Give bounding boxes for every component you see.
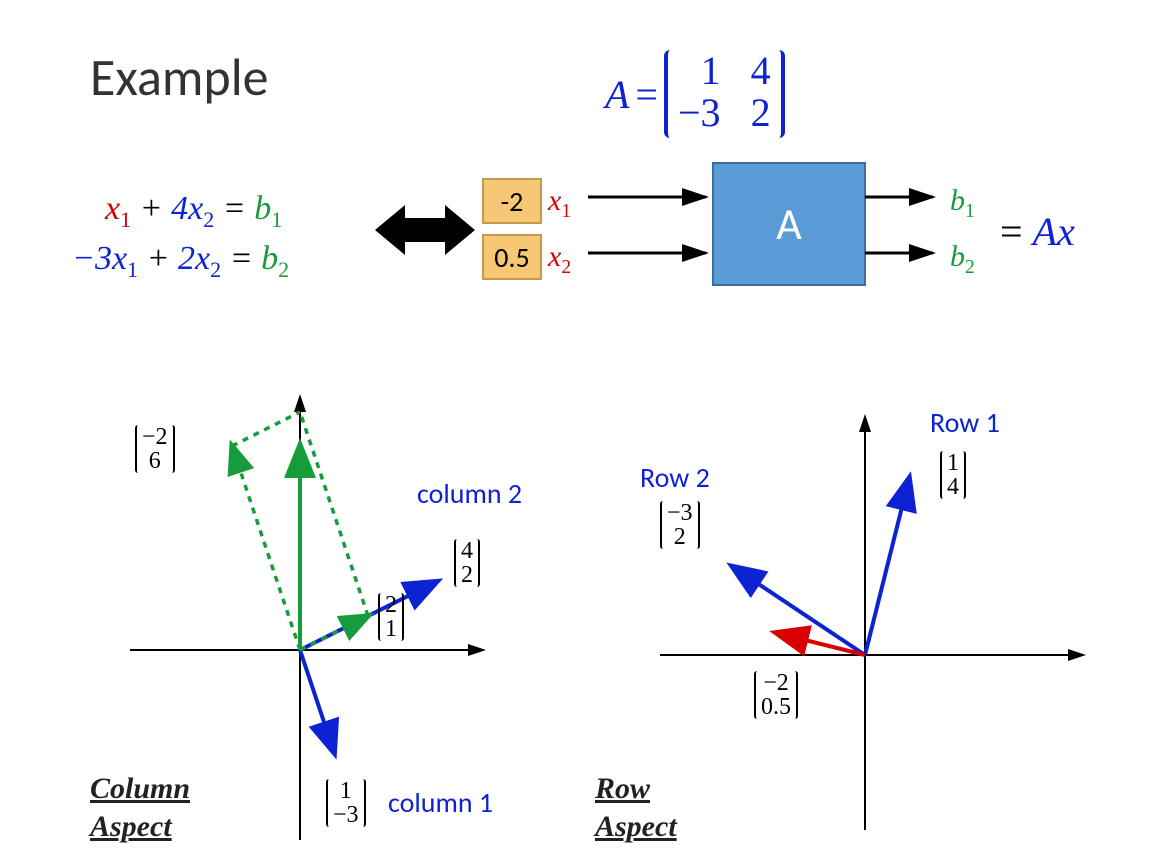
matrix-A-definition: A = 1 4 −3 2 (605, 50, 785, 138)
eq1-4x2: 4x2 (171, 190, 214, 227)
eq2-plus: + (147, 240, 178, 277)
eq1-b1: b1 (254, 190, 282, 227)
vector-col2-label: 42 (454, 538, 480, 587)
matrix-a22: 2 (751, 92, 771, 134)
equation-line-1: x1 + 4x2 = b1 (105, 190, 282, 233)
equation-line-2: −3x1 + 2x2 = b2 (72, 240, 289, 283)
slide-title: Example (90, 45, 269, 109)
eq2-eq: = (230, 240, 261, 277)
vector-row2-label: −32 (660, 500, 700, 549)
matrix-a12: 4 (751, 50, 771, 92)
eq2-b2: b2 (261, 240, 289, 277)
vector-result-label: −26 (135, 424, 175, 473)
row-aspect-title: RowAspect (595, 770, 677, 845)
vector-row1-label: 14 (940, 450, 966, 499)
matrix-name: A (605, 71, 629, 118)
matrix-A-box: A (712, 162, 866, 286)
x2-value-box: 0.5 (482, 234, 542, 280)
b2-label: b2 (950, 240, 975, 279)
column-1-text: column 1 (388, 785, 493, 820)
x1-value-box: -2 (482, 178, 542, 224)
equals-sign: = (635, 71, 658, 118)
column-aspect-title: ColumnAspect (90, 770, 190, 845)
b1-label: b1 (950, 184, 975, 223)
flow-arrows-out-icon (865, 175, 945, 285)
column-2-text: column 2 (417, 476, 522, 511)
matrix-bracket: 1 4 −3 2 (664, 50, 785, 138)
row-1-text: Row 1 (930, 405, 1000, 440)
flow-arrows-in-icon (588, 175, 718, 285)
vector-x-label: −20.5 (754, 670, 798, 719)
row-2-text: Row 2 (640, 460, 710, 495)
matrix-a11: 1 (678, 50, 721, 92)
eq2-2x2: 2x2 (178, 240, 221, 277)
eq1-x1: x1 (105, 190, 131, 227)
vector-col1-label: 1−3 (326, 778, 366, 827)
eq1-eq: = (223, 190, 254, 227)
x2-label: x2 (548, 240, 571, 279)
eq2-m3x1: −3x1 (72, 240, 138, 277)
double-arrow-icon (375, 200, 475, 260)
eq1-plus: + (140, 190, 171, 227)
Ax-expression: = Ax (1000, 208, 1075, 255)
matrix-a21: −3 (678, 92, 721, 134)
vector-halfcol2-label: 21 (378, 592, 404, 641)
x1-label: x1 (548, 184, 571, 223)
